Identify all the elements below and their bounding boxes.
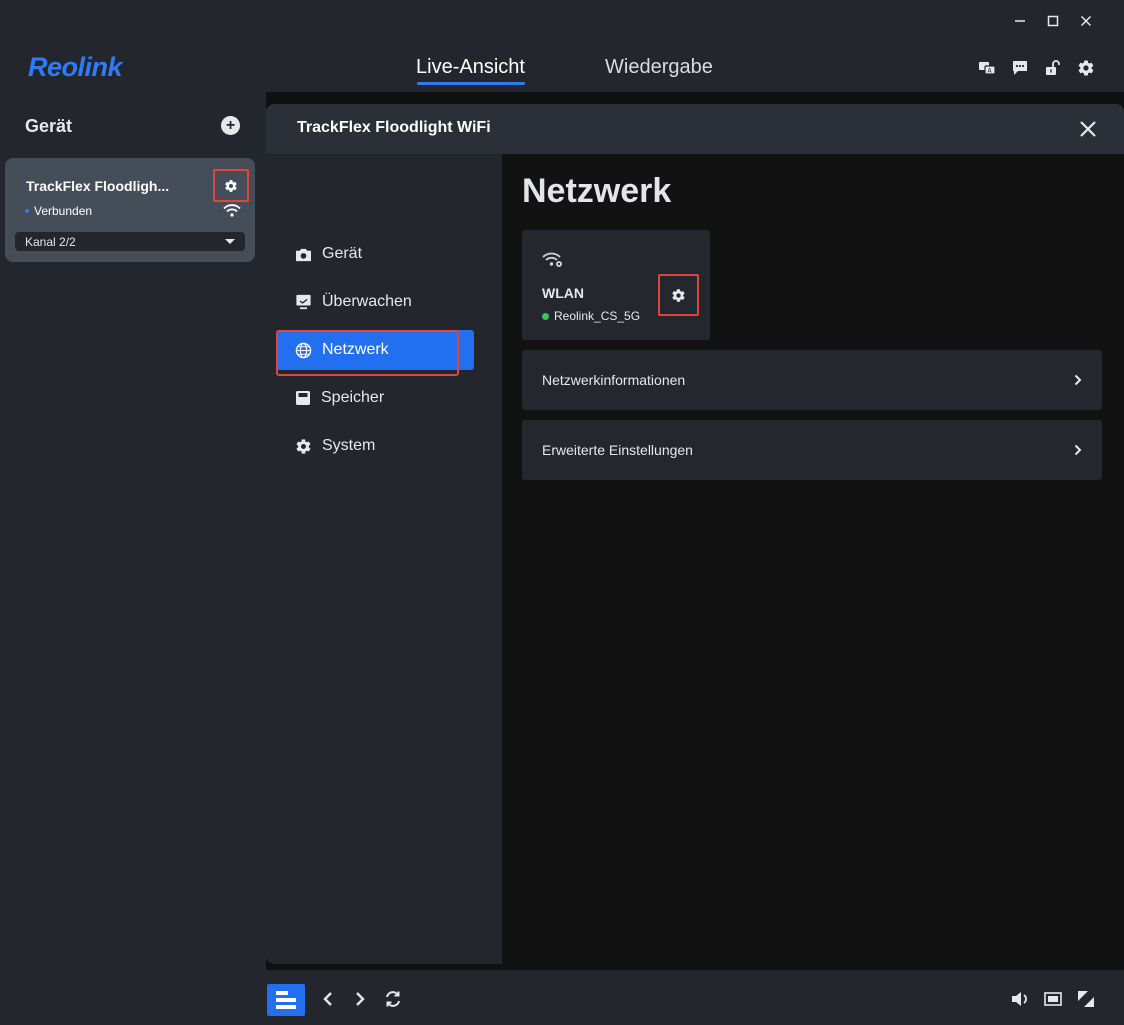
screen-icon [1044,992,1062,1006]
wifi-icon [223,204,241,217]
chevron-down-icon [225,239,235,244]
chevron-left-icon [323,992,332,1006]
channel-select[interactable]: Kanal 2/2 [15,232,245,251]
chevron-right-icon [1074,444,1082,456]
maximize-button[interactable] [1042,10,1064,32]
layout-icon [276,991,296,1009]
channel-select-value: Kanal 2/2 [25,235,76,249]
device-status: Verbunden [25,204,92,218]
menu-item-label: System [322,437,376,454]
previous-button[interactable] [316,987,340,1011]
row-label: Erweiterte Einstellungen [542,442,693,458]
menu-item-ueberwachen[interactable]: Überwachen [276,282,474,322]
volume-button[interactable] [1008,987,1032,1011]
dialog-title: TrackFlex Floodlight WiFi [297,119,491,136]
device-status-label: Verbunden [34,204,93,218]
message-icon[interactable] [1010,58,1030,78]
reolink-logo: Reolink [28,52,123,82]
unlock-icon[interactable] [1043,58,1063,78]
status-dot [25,209,29,213]
minimize-icon [1015,20,1025,22]
monitor-icon [296,294,311,310]
tab-wiedergabe[interactable]: Wiedergabe [605,56,713,79]
wifi-settings-icon [542,252,563,267]
active-tab-indicator [417,82,525,85]
plus-icon: + [225,116,236,134]
translate-icon[interactable]: A [977,58,997,78]
menu-item-label: Gerät [322,245,363,262]
menu-item-speicher[interactable]: Speicher [276,378,474,418]
row-label: Netzwerkinformationen [542,372,686,388]
next-button[interactable] [348,987,372,1011]
menu-item-geraet[interactable]: Gerät [276,234,474,274]
dialog-close-button[interactable] [1077,118,1099,140]
gear-icon [672,288,685,302]
fullscreen-button[interactable] [1074,987,1098,1011]
maximize-icon [1047,15,1059,27]
refresh-button[interactable] [381,987,405,1011]
device-settings-button[interactable] [213,169,249,202]
tab-live-ansicht[interactable]: Live-Ansicht [416,56,525,79]
add-device-button[interactable]: + [221,116,240,135]
storage-icon [296,391,310,405]
menu-item-label: Überwachen [322,293,412,310]
gear-icon [225,179,237,192]
window-close-button[interactable] [1075,10,1097,32]
device-name: TrackFlex Floodligh... [26,178,170,194]
erweiterte-einstellungen-row[interactable]: Erweiterte Einstellungen [522,420,1102,480]
netzwerk-highlight-box [276,330,459,376]
close-icon [1080,121,1096,137]
minimize-button[interactable] [1009,10,1031,32]
refresh-icon [386,991,400,1007]
layout-toggle-button[interactable] [267,984,305,1016]
wlan-label: WLAN [542,285,584,301]
netzwerkinformationen-row[interactable]: Netzwerkinformationen [522,350,1102,410]
gear-icon [296,438,311,454]
close-icon [1080,15,1092,27]
settings-gear-icon[interactable] [1076,58,1096,78]
aspect-ratio-button[interactable] [1041,987,1065,1011]
wlan-settings-button[interactable] [658,274,699,316]
fullscreen-icon [1078,991,1094,1007]
chevron-right-icon [356,992,365,1006]
settings-menu [266,154,502,964]
wlan-ssid-label: Reolink_CS_5G [554,309,641,323]
menu-item-label: Speicher [321,389,385,406]
speaker-icon [1012,992,1027,1006]
chevron-right-icon [1074,374,1082,386]
wlan-ssid: Reolink_CS_5G [542,309,640,323]
connected-dot [542,312,549,320]
camera-icon [296,248,311,261]
menu-item-system[interactable]: System [276,426,474,466]
page-title: Netzwerk [522,172,672,210]
sidebar-title: Gerät [25,116,73,136]
